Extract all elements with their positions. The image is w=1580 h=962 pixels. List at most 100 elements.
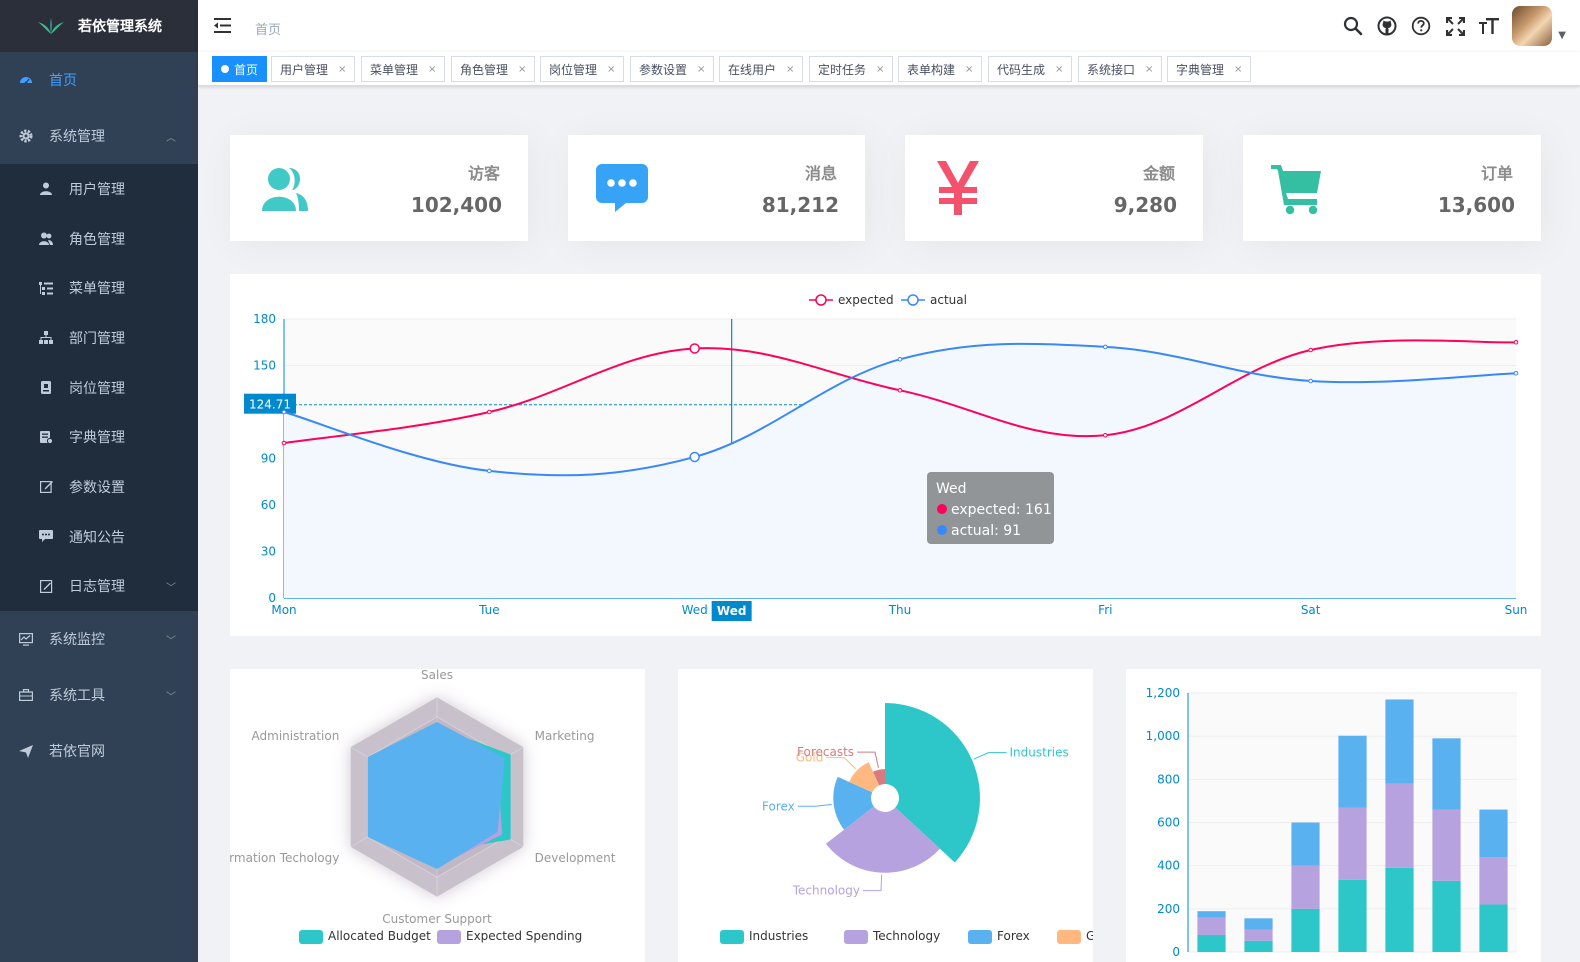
legend-swatch <box>844 930 868 944</box>
tag-item[interactable]: 表单构建 × <box>898 56 983 82</box>
panel-value: 102,400 <box>410 193 502 217</box>
sidebar-item-website[interactable]: 若依官网 <box>0 723 198 779</box>
tooltip-title: Wed <box>936 481 967 497</box>
search-icon[interactable] <box>1336 0 1370 52</box>
tag-item[interactable]: 代码生成 × <box>988 56 1073 82</box>
crosshair-x-label: Wed <box>717 604 747 618</box>
legend-marker <box>907 294 919 306</box>
sidebar-item-notice[interactable]: 通知公告 <box>0 512 198 562</box>
tag-label: 字典管理 <box>1176 62 1225 77</box>
gear-icon <box>19 129 33 143</box>
caret-down-icon[interactable]: ▼ <box>1558 30 1566 41</box>
data-point <box>1308 347 1313 353</box>
data-point <box>897 388 903 393</box>
sidebar-item-roles[interactable]: 角色管理 <box>0 214 198 264</box>
github-icon[interactable] <box>1370 0 1404 52</box>
sidebar-item-home[interactable]: 首页 <box>0 52 198 108</box>
sidebar-item-label: 若依官网 <box>49 744 105 761</box>
tag-item[interactable]: 用户管理 × <box>271 56 356 82</box>
sidebar-item-config[interactable]: 参数设置 <box>0 462 198 512</box>
radar-indicator-label: Development <box>535 851 616 865</box>
pie-label: Forecasts <box>797 745 854 759</box>
legend-swatch <box>299 930 323 944</box>
sidebar: 若依管理系统 首页 系统管理 ︿ 用户管理 角色管理 菜单管理 部门管理 岗位管… <box>0 0 198 962</box>
sidebar-item-users[interactable]: 用户管理 <box>0 164 198 214</box>
x-tick-label: Sat <box>1301 603 1321 617</box>
sidebar-item-depts[interactable]: 部门管理 <box>0 313 198 363</box>
sidebar-item-menus[interactable]: 菜单管理 <box>0 263 198 313</box>
legend-label: Expected Spending <box>466 929 582 943</box>
bar-chart[interactable]: 0 200 400 600 800 1,000 1,200 <box>1126 669 1541 962</box>
bar-segment <box>1291 865 1320 909</box>
bar-segment <box>1385 783 1414 868</box>
tag-item[interactable]: 在线用户 × <box>719 56 804 82</box>
close-icon[interactable]: × <box>786 64 794 75</box>
sidebar-item-system[interactable]: 系统管理 ︿ <box>0 108 198 164</box>
y-tick-label: 180 <box>253 312 276 326</box>
bar-segment <box>1432 880 1461 952</box>
panel-label: 金额 <box>1142 164 1175 183</box>
tag-item[interactable]: 参数设置 × <box>630 56 715 82</box>
tag-item[interactable]: 系统接口 × <box>1078 56 1163 82</box>
sidebar-logo[interactable]: 若依管理系统 <box>0 0 198 52</box>
bar-segment <box>1197 917 1226 935</box>
line-chart[interactable]: 0306090150180Mon Tue Wed Thu Fri Sat Sunexpect… <box>230 274 1541 636</box>
radar-indicator-label: Administration <box>252 729 340 743</box>
sidebar-item-dict[interactable]: 字典管理 <box>0 412 198 462</box>
panel-orders[interactable]: 订单 13,600 <box>1243 135 1541 241</box>
panel-messages[interactable]: 消息 81,212 <box>568 135 865 241</box>
tag-label: 系统接口 <box>1087 62 1136 77</box>
tag-item[interactable]: 字典管理 × <box>1167 56 1252 82</box>
tag-item[interactable]: 定时任务 × <box>809 56 894 82</box>
hamburger-icon[interactable] <box>214 18 231 37</box>
breadcrumb[interactable]: 首页 <box>255 19 281 38</box>
bar-segment <box>1385 699 1414 784</box>
close-icon[interactable]: × <box>428 64 436 75</box>
tag-item[interactable]: 岗位管理 × <box>540 56 625 82</box>
sidebar-item-posts[interactable]: 岗位管理 <box>0 363 198 413</box>
tag-label: 定时任务 <box>818 62 867 77</box>
panel-value: 13,600 <box>1437 193 1515 217</box>
panel-visitors[interactable]: 访客 102,400 <box>230 135 528 241</box>
close-icon[interactable]: × <box>1234 64 1242 75</box>
close-icon[interactable]: × <box>607 64 615 75</box>
chevron-down-icon: ﹀ <box>166 582 176 594</box>
tag-item[interactable]: 菜单管理 × <box>361 56 446 82</box>
avatar[interactable] <box>1512 6 1553 46</box>
navbar-right-menu: ▼ <box>1336 0 1566 52</box>
tag-item[interactable]: 角色管理 × <box>451 56 536 82</box>
sidebar-item-monitor[interactable]: 系统监控 ﹀ <box>0 611 198 667</box>
tooltip-marker <box>937 504 947 514</box>
panel-label: 访客 <box>467 164 500 183</box>
sidebar-item-logs[interactable]: 日志管理 ﹀ <box>0 562 198 612</box>
close-icon[interactable]: × <box>518 64 526 75</box>
pie-label: Technology <box>792 884 860 898</box>
bar-segment <box>1244 918 1273 930</box>
x-tick-label: Sun <box>1505 603 1528 617</box>
close-icon[interactable]: × <box>876 64 884 75</box>
tag-home[interactable]: 首页 <box>212 56 268 82</box>
pie-chart-card: Industries Technology Forex Gold Forecasts In… <box>678 669 1114 962</box>
y-tick-label: 90 <box>261 452 276 466</box>
close-icon[interactable]: × <box>338 64 346 75</box>
close-icon[interactable]: × <box>1055 64 1063 75</box>
font-size-icon[interactable] <box>1472 0 1506 52</box>
close-icon[interactable]: × <box>1145 64 1153 75</box>
legend-label: actual <box>930 293 967 307</box>
fullscreen-icon[interactable] <box>1438 0 1472 52</box>
panel-value: 9,280 <box>1113 193 1177 217</box>
close-icon[interactable]: × <box>697 64 705 75</box>
radar-chart[interactable]: Sales Administration Information Techology… <box>206 668 645 962</box>
money-icon <box>931 159 991 219</box>
sidebar-item-tools[interactable]: 系统工具 ﹀ <box>0 667 198 723</box>
data-point <box>1308 378 1313 384</box>
pie-chart[interactable]: Industries Technology Forex Gold Forecasts In… <box>678 669 1114 962</box>
y-tick-label: 1,200 <box>1146 686 1180 700</box>
x-tick-label: Wed <box>682 603 708 617</box>
close-icon[interactable]: × <box>965 64 973 75</box>
radar-chart-card: Sales Administration Information Techology… <box>206 668 645 962</box>
app-title: 若依管理系统 <box>78 19 162 35</box>
question-icon[interactable] <box>1404 0 1438 52</box>
sidebar-item-label: 日志管理 <box>69 579 125 596</box>
panel-money[interactable]: 金额 9,280 <box>905 135 1203 241</box>
